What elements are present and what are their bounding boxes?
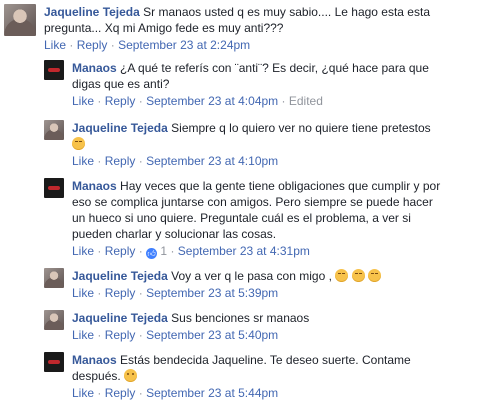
comment-author[interactable]: Jaqueline Tejeda [72, 269, 168, 283]
smiling-face-icon [124, 369, 138, 382]
disappointed-face-icon [367, 269, 381, 282]
timestamp-link[interactable]: September 23 at 2:24pm [118, 38, 250, 52]
comment-text: un hueco si uno quiere. Preguntale cuál … [72, 211, 411, 225]
comment-author[interactable]: Jaqueline Tejeda [44, 5, 140, 19]
crying-face-icon [72, 137, 85, 150]
comment-actions: Like · Reply · September 23 at 4:04pm · … [72, 94, 323, 108]
edited-label[interactable]: Edited [289, 94, 323, 108]
comment-text: Sr manaos usted q es muy sabio.... Le ha… [143, 5, 430, 19]
reply-link[interactable]: Reply [105, 386, 136, 400]
timestamp-link[interactable]: September 23 at 4:04pm [146, 94, 278, 108]
comment-actions: Like · Reply · September 23 at 5:40pm [72, 328, 279, 342]
comment-actions: Like · Reply · September 23 at 5:39pm [72, 286, 279, 300]
reply-link[interactable]: Reply [77, 38, 108, 52]
avatar[interactable] [44, 60, 64, 80]
comment-text: después. [72, 369, 121, 383]
reply-link[interactable]: Reply [105, 154, 136, 168]
disappointed-face-icon [351, 269, 365, 282]
like-link[interactable]: Like [72, 328, 94, 342]
timestamp-link[interactable]: September 23 at 5:40pm [146, 328, 278, 342]
comment-body: Jaqueline Tejeda Siempre q lo quiero ver… [72, 120, 476, 152]
comment-text: Siempre q lo quiero ver no quiere tiene … [171, 121, 431, 135]
timestamp-link[interactable]: September 23 at 4:10pm [146, 154, 278, 168]
comment-text: Voy a ver q le pasa con migo , [171, 269, 332, 283]
comment-body: Manaos ¿A qué te referís con ¨anti¨? Es … [72, 60, 476, 92]
comment-author[interactable]: Jaqueline Tejeda [72, 121, 168, 135]
comment-body: Manaos Hay veces que la gente tiene obli… [72, 178, 476, 242]
comment-actions: Like · Reply · September 23 at 2:24pm [44, 38, 251, 52]
reply-link[interactable]: Reply [105, 328, 136, 342]
comment-author[interactable]: Manaos [72, 179, 117, 193]
like-link[interactable]: Like [44, 38, 66, 52]
comment-body: Jaqueline Tejeda Sus benciones sr manaos [72, 310, 476, 326]
avatar[interactable] [4, 4, 36, 36]
like-reaction-icon[interactable]: 👍︎ [146, 248, 158, 259]
comment-author[interactable]: Manaos [72, 61, 117, 75]
comment-body: Jaqueline Tejeda Sr manaos usted q es mu… [44, 4, 474, 36]
like-link[interactable]: Like [72, 154, 94, 168]
comment-body: Manaos Estás bendecida Jaqueline. Te des… [72, 352, 476, 384]
comment-author[interactable]: Manaos [72, 353, 117, 367]
reply-link[interactable]: Reply [105, 94, 136, 108]
comment-actions: Like · Reply · September 23 at 5:44pm [72, 386, 279, 400]
avatar[interactable] [44, 268, 64, 288]
comment-actions: Like · Reply · September 23 at 4:10pm [72, 154, 279, 168]
like-link[interactable]: Like [72, 386, 94, 400]
timestamp-link[interactable]: September 23 at 4:31pm [178, 244, 310, 258]
avatar[interactable] [44, 352, 64, 372]
comment-text: ¿A qué te referís con ¨anti¨? Es decir, … [120, 61, 429, 75]
comment-text: eso se complica juntarse con amigos. Per… [72, 195, 433, 209]
avatar[interactable] [44, 310, 64, 330]
avatar[interactable] [44, 120, 64, 140]
reply-link[interactable]: Reply [105, 244, 136, 258]
reply-link[interactable]: Reply [105, 286, 136, 300]
comment-text: Estás bendecida Jaqueline. Te deseo suer… [120, 353, 411, 367]
avatar[interactable] [44, 178, 64, 198]
comment-text: Sus benciones sr manaos [171, 311, 310, 325]
comment-author[interactable]: Jaqueline Tejeda [72, 311, 168, 325]
disappointed-face-icon [335, 269, 349, 282]
comment-text: Hay veces que la gente tiene obligacione… [120, 179, 441, 193]
timestamp-link[interactable]: September 23 at 5:44pm [146, 386, 278, 400]
comment-actions: Like · Reply · 👍︎ 1 · September 23 at 4:… [72, 244, 310, 259]
timestamp-link[interactable]: September 23 at 5:39pm [146, 286, 278, 300]
like-link[interactable]: Like [72, 286, 94, 300]
comment-body: Jaqueline Tejeda Voy a ver q le pasa con… [72, 268, 476, 284]
comment-text: digas que es anti? [72, 77, 170, 91]
like-link[interactable]: Like [72, 244, 94, 258]
reaction-count[interactable]: 1 [160, 244, 167, 258]
comment-text: pregunta... Xq mi Amigo fede es muy anti… [44, 21, 284, 35]
like-link[interactable]: Like [72, 94, 94, 108]
comment-text: pueden charlar y solucionar las cosas. [72, 227, 277, 241]
